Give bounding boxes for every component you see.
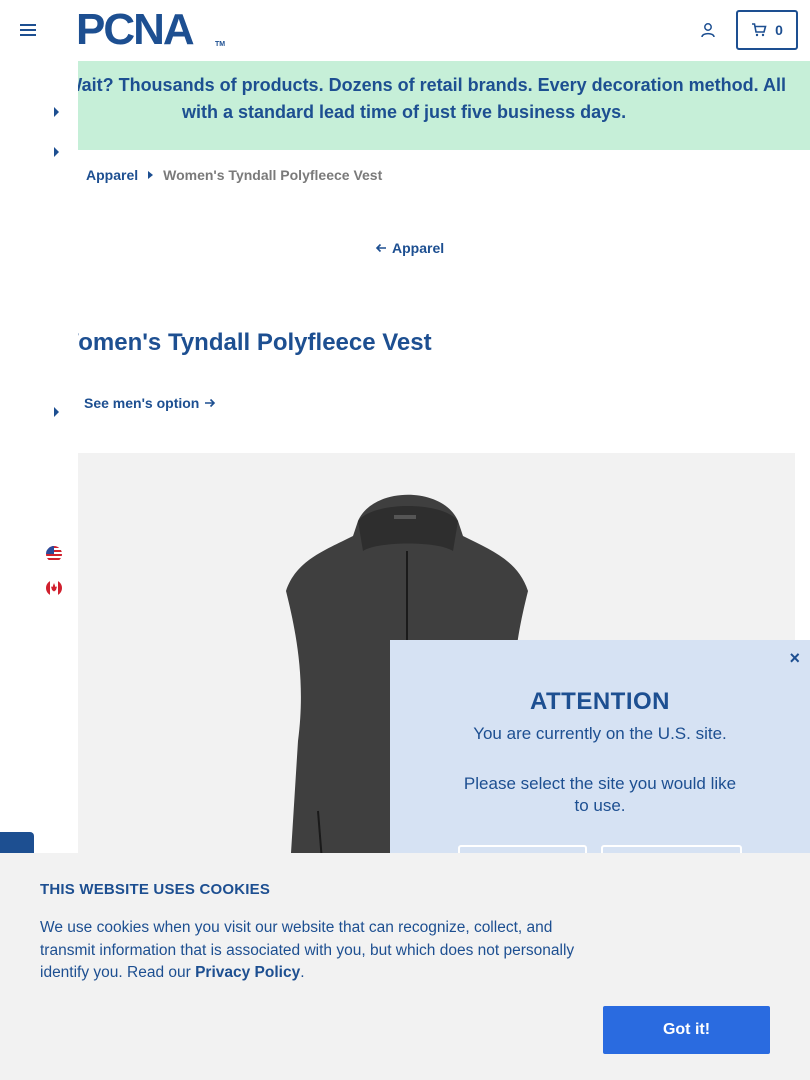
chevron-right-icon[interactable] — [54, 407, 59, 417]
cookie-banner: THIS WEBSITE USES COOKIES We use cookies… — [0, 853, 810, 1080]
mens-option-label: See men's option — [84, 395, 200, 411]
user-icon[interactable] — [700, 22, 716, 38]
promo-line-1: Wait? Thousands of products. Dozens of r… — [65, 75, 786, 95]
modal-current-site-text: You are currently on the U.S. site. — [473, 724, 727, 743]
hamburger-icon[interactable] — [20, 24, 36, 36]
logo-trademark: TM — [215, 41, 226, 48]
promo-line-2: with a standard lead time of just five b… — [182, 102, 627, 122]
us-flag-icon[interactable] — [46, 546, 62, 562]
cookie-body: We use cookies when you visit our websit… — [40, 919, 575, 981]
modal-select-text: Please select the site you would like to… — [463, 774, 737, 815]
cookie-text: We use cookies when you visit our websit… — [40, 917, 610, 985]
privacy-policy-link[interactable]: Privacy Policy — [195, 964, 300, 981]
arrow-left-icon — [375, 243, 386, 253]
pcna-logo[interactable]: PCNA — [76, 8, 195, 52]
chevron-right-icon[interactable] — [54, 107, 59, 117]
site-header: PCNA TM 0 — [0, 0, 810, 61]
breadcrumb-apparel[interactable]: Apparel — [86, 167, 138, 183]
arrow-right-icon — [205, 398, 216, 408]
chevron-right-icon[interactable] — [54, 147, 59, 157]
product-title-wrap: Women's Tyndall Polyfleece Vest — [78, 326, 498, 366]
canada-flag-icon[interactable] — [46, 580, 62, 596]
breadcrumb-current: Women's Tyndall Polyfleece Vest — [163, 167, 383, 183]
back-to-category-link[interactable]: Apparel — [375, 240, 444, 256]
modal-title: ATTENTION — [529, 688, 671, 715]
mens-option-link[interactable]: See men's option — [84, 395, 216, 411]
breadcrumb-separator-icon — [148, 171, 154, 179]
back-link-label: Apparel — [392, 240, 445, 256]
cart-count: 0 — [775, 22, 783, 38]
promo-banner: Wait? Thousands of products. Dozens of r… — [65, 61, 810, 150]
cart-button[interactable]: 0 — [736, 10, 798, 50]
product-title: Women's Tyndall Polyfleece Vest — [78, 329, 432, 356]
breadcrumb: Apparel Women's Tyndall Polyfleece Vest — [86, 167, 382, 183]
got-it-button[interactable]: Got it! — [603, 1006, 770, 1054]
cookie-title: THIS WEBSITE USES COOKIES — [40, 881, 271, 898]
cookie-period: . — [300, 964, 305, 981]
side-nav-rail — [0, 61, 78, 453]
close-icon[interactable]: × — [789, 648, 800, 669]
cart-icon — [752, 23, 767, 37]
